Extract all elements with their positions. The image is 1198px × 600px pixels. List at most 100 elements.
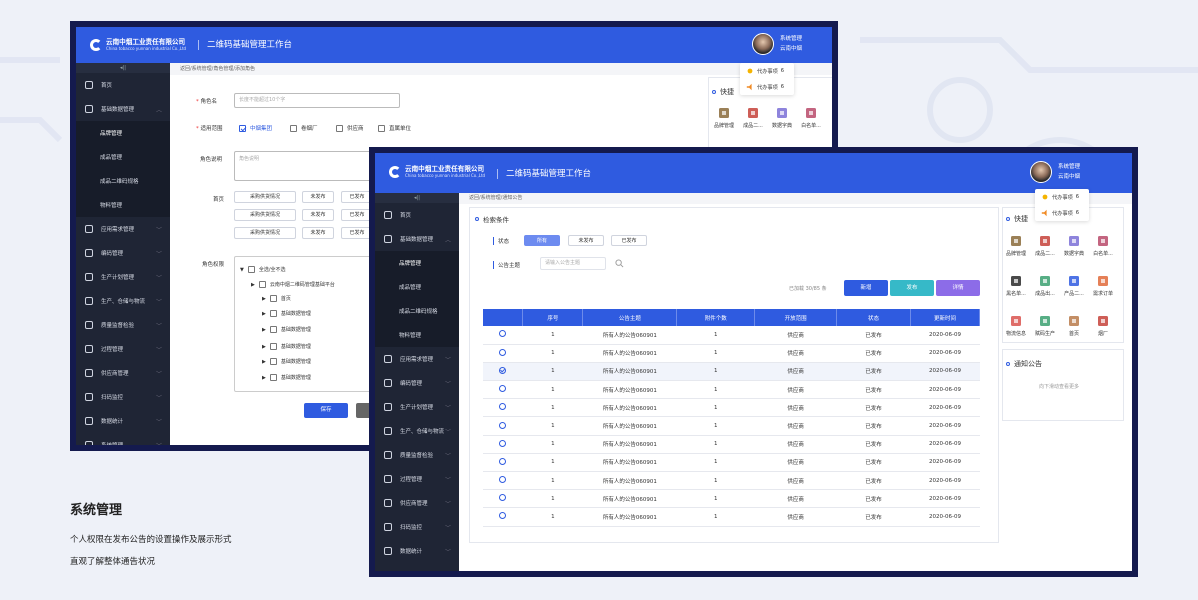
sidebar-item[interactable]: 系统管理 ﹀ xyxy=(76,433,170,445)
row-select-cell[interactable] xyxy=(483,489,523,509)
status-tab-published[interactable]: 已发布 xyxy=(611,235,647,246)
column-header[interactable] xyxy=(483,309,524,326)
table-row[interactable]: 1 所有人的公告060901 1 供应商 已发布 2020-06-09 xyxy=(483,435,980,454)
expand-icon[interactable]: ▶ xyxy=(262,311,266,317)
user-menu[interactable]: 系统管理 云南中烟 xyxy=(1029,161,1080,183)
column-header[interactable]: 更新时间 xyxy=(910,309,980,326)
quick-item[interactable]: 产品二... xyxy=(1060,275,1088,297)
radio-button[interactable] xyxy=(499,403,507,411)
sidebar-item[interactable]: 供应商管理 ﹀ xyxy=(375,491,459,515)
sidebar-item[interactable]: 过程管理 ﹀ xyxy=(375,467,459,491)
tree-node[interactable]: ▶ 云南中烟二维码管理基础平台 xyxy=(251,281,335,288)
sidebar-item[interactable]: 品牌管理 xyxy=(375,251,459,275)
table-row[interactable]: 1 所有人的公告060901 1 供应商 已发布 2020-06-09 xyxy=(483,453,980,473)
expand-icon[interactable]: ▶ xyxy=(262,344,266,350)
quick-item[interactable]: 成品二... xyxy=(1031,235,1059,257)
tree-node[interactable]: ▶ 基础数据管理 xyxy=(262,374,311,381)
save-button[interactable]: 保存 xyxy=(304,403,348,418)
checkbox[interactable] xyxy=(269,358,277,365)
quick-item[interactable]: 白名单... xyxy=(797,107,825,129)
radio-button[interactable] xyxy=(499,421,507,429)
sidebar-item[interactable]: 成品二维码规格 xyxy=(76,169,170,193)
scope-option-direct[interactable]: 直属单位 xyxy=(378,124,411,132)
column-header[interactable]: 状态 xyxy=(836,309,911,326)
radio-button[interactable] xyxy=(499,385,507,393)
sidebar-item[interactable]: 成品二维码规格 xyxy=(375,299,459,323)
sidebar-item[interactable]: 扫码监控 ﹀ xyxy=(375,515,459,539)
sidebar-item[interactable]: 数据统计 ﹀ xyxy=(375,539,459,563)
radio-button[interactable] xyxy=(499,494,507,502)
home-option-button[interactable]: 未发布 xyxy=(302,209,334,221)
quick-item[interactable]: 数据字典 xyxy=(768,107,796,129)
row-select-cell[interactable] xyxy=(483,453,523,473)
row-select-cell[interactable] xyxy=(483,344,523,363)
breadcrumb[interactable]: 返回/系统管理/通知公告 xyxy=(459,193,1132,204)
radio-button[interactable] xyxy=(499,439,507,447)
radio-button[interactable] xyxy=(499,476,507,484)
sidebar-item[interactable]: 基础数据管理 ︿ xyxy=(375,227,459,251)
publish-button[interactable]: 发布 xyxy=(890,280,934,296)
todo-item[interactable]: 代办事项 6 xyxy=(1035,189,1089,205)
breadcrumb[interactable]: 返回/系统管理/角色管理/添加角色 xyxy=(170,63,832,75)
sidebar-item[interactable]: 生产计划管理 ﹀ xyxy=(76,265,170,289)
home-option-button[interactable]: 未发布 xyxy=(302,227,334,239)
checkbox[interactable] xyxy=(269,310,277,317)
home-option-button[interactable]: 采购供货情况 xyxy=(234,209,296,221)
home-option-button[interactable]: 未发布 xyxy=(302,191,334,203)
sidebar-item[interactable]: 数据统计 ﹀ xyxy=(76,409,170,433)
sidebar-collapse-toggle[interactable]: ◂|| xyxy=(375,193,459,203)
avatar[interactable] xyxy=(1029,161,1052,183)
sidebar-item[interactable]: 生产、仓储与物流 ﹀ xyxy=(375,419,459,443)
table-row[interactable]: 1 所有人的公告060901 1 供应商 已发布 2020-06-09 xyxy=(483,380,980,400)
scope-option-supplier[interactable]: 供应商 xyxy=(336,124,364,132)
quick-item[interactable]: 品牌管理 xyxy=(1002,235,1030,257)
table-row[interactable]: 1 所有人的公告060901 1 供应商 已发布 2020-06-09 xyxy=(483,471,980,491)
sidebar-item[interactable]: 系统管理 ﹀ xyxy=(375,563,459,571)
tree-node[interactable]: ▶ 基础数据管理 xyxy=(262,310,311,317)
row-select-cell[interactable] xyxy=(483,435,523,454)
sidebar-item[interactable]: 首页 xyxy=(76,73,170,97)
tree-node[interactable]: ▶ 基础数据管理 xyxy=(262,343,311,350)
quick-item[interactable]: 物流信息 xyxy=(1002,315,1030,337)
expand-icon[interactable]: ▶ xyxy=(262,296,266,302)
todo-item[interactable]: 代办事项 6 xyxy=(740,63,794,79)
sidebar-item[interactable]: 成品管理 xyxy=(76,145,170,169)
column-header[interactable]: 附件个数 xyxy=(676,309,756,326)
column-header[interactable]: 公告主题 xyxy=(582,309,678,326)
quick-item[interactable]: 白名单... xyxy=(1089,235,1117,257)
todo-item[interactable]: 代办事项 6 xyxy=(740,79,794,95)
status-tab-unpublished[interactable]: 未发布 xyxy=(568,235,604,246)
quick-item[interactable]: 数据字典 xyxy=(1060,235,1088,257)
scope-option-factory[interactable]: 卷烟厂 xyxy=(290,124,318,132)
quick-item[interactable]: 需求订单 xyxy=(1089,275,1117,297)
radio-button[interactable] xyxy=(499,348,507,356)
checkbox[interactable] xyxy=(269,374,277,381)
quick-item[interactable]: 品牌管理 xyxy=(710,107,738,129)
quick-item[interactable]: 黑名单... xyxy=(1002,275,1030,297)
sidebar-item[interactable]: 品牌管理 xyxy=(76,121,170,145)
checkbox[interactable] xyxy=(290,124,297,132)
table-row[interactable]: 1 所有人的公告060901 1 供应商 已发布 2020-06-09 xyxy=(483,489,980,509)
table-row[interactable]: 1 所有人的公告060901 1 供应商 已发布 2020-06-09 xyxy=(483,344,980,363)
detail-button[interactable]: 详情 xyxy=(936,280,980,296)
checkbox[interactable] xyxy=(247,266,255,273)
expand-icon[interactable]: ▶ xyxy=(262,375,266,381)
table-row[interactable]: 1 所有人的公告060901 1 供应商 已发布 2020-06-09 xyxy=(483,507,980,527)
tree-node[interactable]: ▶ 首页 xyxy=(262,295,291,302)
sidebar-item[interactable]: 过程管理 ﹀ xyxy=(76,337,170,361)
checkbox[interactable] xyxy=(269,295,277,302)
avatar[interactable] xyxy=(751,33,774,55)
search-icon[interactable] xyxy=(615,259,624,268)
home-option-button[interactable]: 采购供货情况 xyxy=(234,227,296,239)
row-select-cell[interactable] xyxy=(483,398,523,418)
sidebar-item[interactable]: 首页 xyxy=(375,203,459,227)
quick-item[interactable]: 成品出... xyxy=(1031,275,1059,297)
row-select-cell[interactable] xyxy=(483,471,523,491)
quick-item[interactable]: 赋码生产 xyxy=(1031,315,1059,337)
tree-node[interactable]: ▶ 基础数据管理 xyxy=(262,326,311,333)
role-name-input[interactable]: 长度不能超过10个字 xyxy=(234,93,400,108)
quick-item[interactable]: 成品二... xyxy=(739,107,767,129)
expand-icon[interactable]: ▶ xyxy=(262,359,266,365)
sidebar-item[interactable]: 成品管理 xyxy=(375,275,459,299)
table-row[interactable]: 1 所有人的公告060901 1 供应商 已发布 2020-06-09 xyxy=(483,398,980,418)
